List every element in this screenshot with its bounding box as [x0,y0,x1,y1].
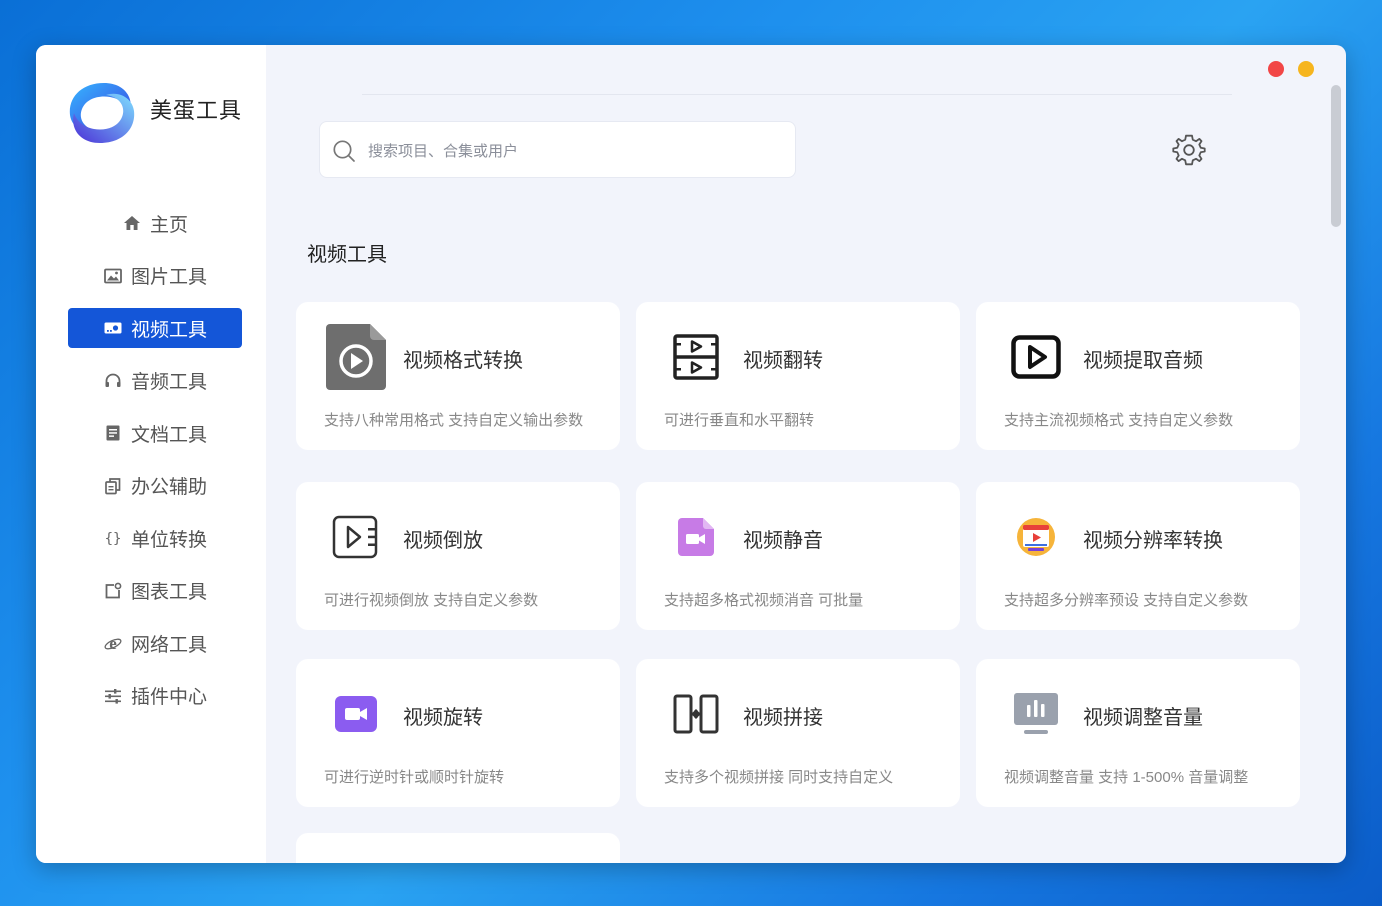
sidebar-item-label: 图片工具 [130,267,207,288]
sidebar-item-label: 单位转换 [130,529,207,551]
minimize-window-button[interactable] [1298,61,1314,77]
tool-title: 视频翻转 [743,350,823,372]
sidebar-item-image-tools[interactable]: 图片工具 [68,256,242,296]
tool-description: 支持多个视频拼接 同时支持自定义 [664,769,894,786]
chart-icon [105,582,122,598]
app-brand-name: 美蛋工具 [150,98,243,123]
close-window-button[interactable] [1268,61,1284,77]
tool-description: 可进行逆时针或顺时针旋转 [324,769,505,786]
sidebar-item-label: 主页 [149,214,188,236]
home-icon [123,216,140,230]
sidebar-item-label: 文档工具 [130,424,207,446]
sidebar-item-label: 音频工具 [130,372,207,393]
section-title: 视频工具 [307,244,387,266]
tool-description: 支持八种常用格式 支持自定义输出参数 [324,412,584,429]
tool-description: 支持主流视频格式 支持自定义参数 [1004,412,1234,429]
sidebar-item-video-tools[interactable]: 视频工具 [68,308,242,348]
video-reverse-icon [332,515,378,559]
tool-description: 支持超多分辨率预设 支持自定义参数 [1004,592,1249,609]
copy-icon [105,477,121,494]
main-content: 视频工具 视频格式转换 支持八种常用格式 支持自定义输出参数 视频翻转 可进行垂… [266,45,1346,863]
tool-card-video-flip[interactable]: 视频翻转 可进行垂直和水平翻转 [636,302,960,450]
sidebar-item-label: 网络工具 [130,634,207,656]
tool-description: 支持超多格式视频消音 可批量 [664,592,864,609]
extract-audio-icon [1011,335,1061,379]
tool-title: 视频静音 [743,530,823,552]
tool-description: 可进行垂直和水平翻转 [664,412,815,429]
sidebar-item-office-assist[interactable]: 办公辅助 [68,466,242,506]
sidebar-nav: 主页 图片工具 视频工具 音频工具 文档工具 办公辅助 {} 单位转换 图表工具… [36,203,266,728]
tool-card-video-format-convert[interactable]: 视频格式转换 支持八种常用格式 支持自定义输出参数 [296,302,620,450]
tool-card-video-rotate[interactable]: 视频旋转 可进行逆时针或顺时针旋转 [296,659,620,807]
video-rotate-icon [335,696,377,732]
sidebar-item-label: 办公辅助 [130,477,207,498]
volume-icon [1014,693,1058,734]
search-icon [333,140,355,162]
sidebar-item-chart-tools[interactable]: 图表工具 [68,571,242,611]
video-mute-icon [678,518,714,556]
image-icon [104,268,122,283]
settings-gear-icon[interactable] [1172,133,1206,167]
video-merge-icon [673,694,719,734]
search-input[interactable] [366,138,770,164]
tool-card-video-merge[interactable]: 视频拼接 支持多个视频拼接 同时支持自定义 [636,659,960,807]
tool-card-adjust-volume[interactable]: 视频调整音量 视频调整音量 支持 1-500% 音量调整 [976,659,1300,807]
sidebar-item-plugin-center[interactable]: 插件中心 [68,676,242,716]
sidebar-item-document-tools[interactable]: 文档工具 [68,413,242,453]
tool-title: 视频格式转换 [403,350,523,372]
tool-card-extract-audio[interactable]: 视频提取音频 支持主流视频格式 支持自定义参数 [976,302,1300,450]
video-icon [104,322,122,334]
video-format-icon [326,324,386,390]
document-icon [106,425,120,441]
tool-title: 视频调整音量 [1083,707,1203,729]
tool-title: 视频拼接 [743,707,823,729]
tool-title: 视频旋转 [403,707,483,729]
sidebar-item-label: 图表工具 [130,582,207,603]
app-logo-icon [69,83,135,143]
tool-card-video-reverse[interactable]: 视频倒放 可进行视频倒放 支持自定义参数 [296,482,620,630]
resolution-icon [1017,518,1055,556]
braces-icon: {} [105,531,122,547]
svg-text:e: e [109,634,117,653]
top-divider [362,94,1232,95]
sidebar-item-label: 视频工具 [130,319,207,341]
tool-description: 视频调整音量 支持 1-500% 音量调整 [1004,769,1249,786]
headphones-icon [105,373,121,387]
video-flip-icon [673,334,719,380]
svg-text:{}: {} [105,531,122,547]
tool-title: 视频分辨率转换 [1083,530,1223,552]
sidebar: 美蛋工具 主页 图片工具 视频工具 音频工具 文档工具 办公辅助 {} 单位转换… [36,45,266,863]
search-box [319,121,796,178]
tool-title: 视频倒放 [403,530,483,552]
sidebar-item-home[interactable]: 主页 [68,203,242,243]
sidebar-item-audio-tools[interactable]: 音频工具 [68,361,242,401]
tool-description: 可进行视频倒放 支持自定义参数 [324,592,539,609]
sidebar-item-network-tools[interactable]: e 网络工具 [68,623,242,663]
app-window: 美蛋工具 主页 图片工具 视频工具 音频工具 文档工具 办公辅助 {} 单位转换… [36,45,1346,863]
browser-icon: e [104,634,122,653]
sidebar-item-label: 插件中心 [130,687,207,708]
tool-card-partial[interactable] [296,833,620,863]
vertical-scrollbar[interactable] [1331,85,1341,227]
tool-card-resolution-convert[interactable]: 视频分辨率转换 支持超多分辨率预设 支持自定义参数 [976,482,1300,630]
tool-title: 视频提取音频 [1083,350,1203,372]
sidebar-item-unit-conversion[interactable]: {} 单位转换 [68,518,242,558]
tool-card-video-mute[interactable]: 视频静音 支持超多格式视频消音 可批量 [636,482,960,630]
sliders-icon [104,688,121,704]
